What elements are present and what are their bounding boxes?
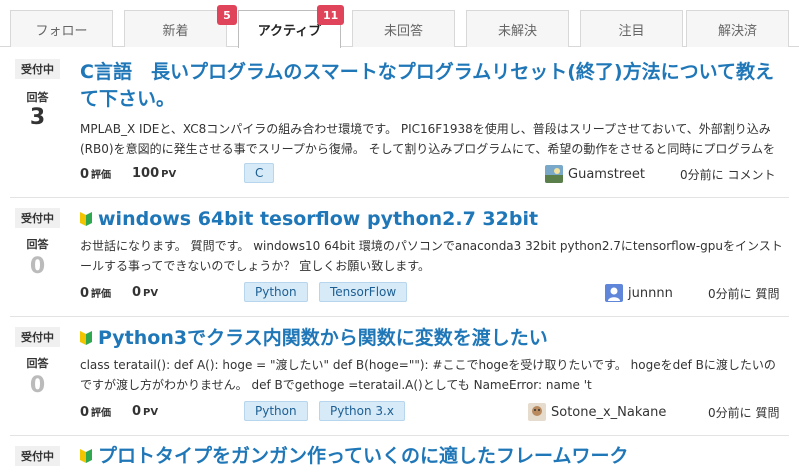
author-name: Guamstreet [568, 166, 645, 182]
question-title-link[interactable]: Python3でクラス内関数から関数に変数を渡したい [80, 325, 785, 352]
activity-time: 0分前に コメント [680, 168, 776, 182]
tag-python[interactable]: Python [244, 282, 308, 302]
question-title-link[interactable]: windows 64bit tesorflow python2.7 32bit [80, 206, 785, 233]
answer-count-label: 回答 [26, 91, 49, 104]
tab-active[interactable]: アクティブ 11 [238, 5, 345, 48]
user-avatar-icon [545, 165, 563, 183]
author[interactable]: Sotone_x_Nakane [528, 403, 666, 421]
activity-time: 0分前に 質問 [708, 406, 780, 420]
answer-count: 3 [29, 105, 46, 130]
question-excerpt: お世話になります。 質問です。 windows10 64bit 環境のパソコンで… [80, 239, 783, 273]
score: 0 評価 [80, 405, 112, 420]
score: 0 評価 [80, 286, 112, 301]
answer-count-label: 回答 [26, 357, 49, 370]
question-excerpt: MPLAB_X IDEと、XC8コンパイラの組み合わせ環境です。 PIC16F1… [80, 122, 775, 156]
tab-label: 注目 [618, 23, 645, 39]
tag-c[interactable]: C [244, 163, 275, 183]
beginner-mark-icon [80, 449, 92, 463]
tab-unresolved[interactable]: 未解決 [466, 10, 569, 47]
question-filter-tabs: フォロー 新着 5 アクティブ 11 未回答 未解決 注目 解決済 [0, 0, 799, 48]
tab-follow[interactable]: フォロー [10, 10, 113, 47]
beginner-mark-icon [80, 212, 92, 226]
status-badge: 受付中 [15, 59, 60, 79]
question-title: Python3でクラス内関数から関数に変数を渡したい [98, 327, 548, 349]
tag-python3[interactable]: Python 3.x [319, 401, 405, 421]
score: 0 評価 [80, 167, 112, 182]
question-meta: 0 評価 100 PV C Guamstreet 0分前に コメント [80, 163, 785, 185]
tab-label: 解決済 [717, 23, 757, 39]
author[interactable]: junnnn [605, 284, 673, 302]
user-avatar-icon [528, 403, 546, 421]
status-badge: 受付中 [15, 327, 60, 347]
page-views: 100 PV [132, 166, 177, 181]
question-item: 受付中 回答 3 C言語 長いプログラムのスマートなプログラムリセット(終了)方… [0, 47, 799, 197]
beginner-mark-icon [80, 331, 92, 345]
tab-label: 未回答 [383, 23, 423, 39]
question-title-link[interactable]: C言語 長いプログラムのスマートなプログラムリセット(終了)方法について教えて下… [80, 59, 785, 113]
activity-time: 0分前に 質問 [708, 287, 780, 301]
page-views: 0 PV [132, 404, 159, 419]
tab-unanswered[interactable]: 未回答 [352, 10, 455, 47]
answer-count: 0 [29, 373, 46, 398]
user-avatar-icon [605, 284, 623, 302]
question-item: 受付中 プロトタイプをガンガン作っていくのに適したフレームワーク [0, 436, 799, 474]
tab-label: アクティブ [257, 24, 322, 39]
question-title: プロトタイプをガンガン作っていくのに適したフレームワーク [98, 445, 629, 467]
question-title: C言語 長いプログラムのスマートなプログラムリセット(終了)方法について教えて下… [80, 61, 775, 110]
page-views: 0 PV [132, 285, 159, 300]
tab-label: 未解決 [497, 23, 537, 39]
question-item: 受付中 回答 0 windows 64bit tesorflow python2… [0, 198, 799, 316]
status-badge: 受付中 [15, 446, 60, 466]
author[interactable]: Guamstreet [545, 165, 645, 183]
question-excerpt: class teratail(): def A(): hoge = "渡したい"… [80, 358, 776, 392]
tab-new[interactable]: 新着 5 [124, 5, 237, 47]
active-count-badge: 11 [317, 5, 345, 25]
question-title-link[interactable]: プロトタイプをガンガン作っていくのに適したフレームワーク [80, 443, 785, 470]
question-meta: 0 評価 0 PV Python TensorFlow junnnn 0分前に 質問 [80, 282, 785, 304]
tag-tensorflow[interactable]: TensorFlow [319, 282, 408, 302]
question-meta: 0 評価 0 PV Python Python 3.x Sotone_x_Nakan… [80, 401, 785, 423]
answer-count: 0 [29, 254, 46, 279]
tab-label: 新着 [162, 23, 189, 39]
author-name: junnnn [628, 285, 673, 301]
new-count-badge: 5 [217, 5, 237, 25]
question-item: 受付中 回答 0 Python3でクラス内関数から関数に変数を渡したい clas… [0, 317, 799, 435]
tab-featured[interactable]: 注目 [580, 10, 683, 47]
author-name: Sotone_x_Nakane [551, 404, 667, 420]
answer-count-label: 回答 [26, 238, 49, 251]
tab-resolved[interactable]: 解決済 [686, 10, 789, 47]
status-badge: 受付中 [15, 208, 60, 228]
tag-python[interactable]: Python [244, 401, 308, 421]
tab-label: フォロー [35, 23, 88, 39]
question-title: windows 64bit tesorflow python2.7 32bit [98, 208, 539, 230]
